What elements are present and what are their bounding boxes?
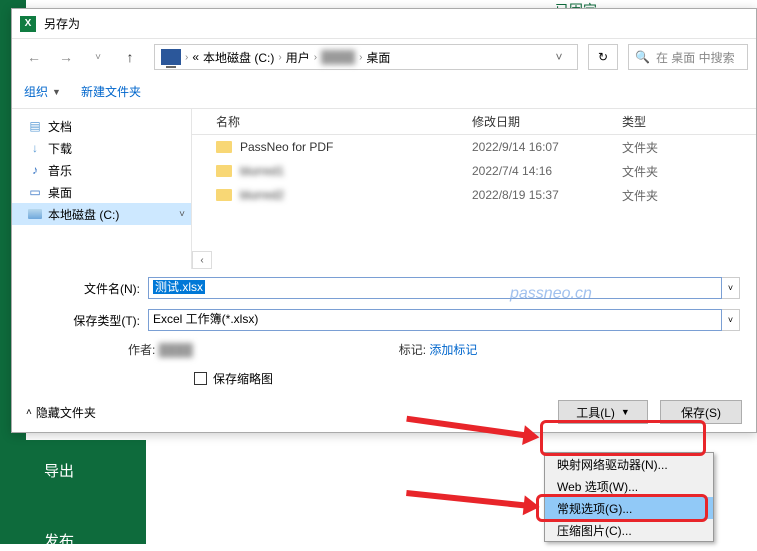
folder-icon [216, 141, 232, 153]
filename-input[interactable]: 测试.xlsx [148, 277, 722, 299]
toolbar: 组织▼ 新建文件夹 [12, 75, 756, 109]
thumbnail-checkbox[interactable] [194, 372, 207, 385]
annotation-arrow [406, 490, 540, 510]
chevron-right-icon: › [314, 52, 317, 63]
excel-icon: X [20, 16, 36, 32]
hide-folders-toggle[interactable]: ˄隐藏文件夹 [26, 404, 96, 421]
chevron-down-icon: ▼ [52, 87, 61, 97]
file-list: 名称 修改日期 类型 PassNeo for PDF 2022/9/14 16:… [192, 109, 756, 269]
back-button[interactable]: ← [20, 43, 48, 71]
search-icon: 🔍 [635, 50, 650, 64]
nav-documents[interactable]: ▤文档 [12, 115, 191, 137]
chevron-right-icon: › [359, 52, 362, 63]
list-item[interactable]: blurred1 2022/7/4 14:16 文件夹 [192, 159, 756, 183]
chevron-right-icon: › [185, 52, 188, 63]
crumb-cdrive[interactable]: 本地磁盘 (C:) [203, 49, 274, 66]
pc-icon [161, 49, 181, 65]
savetype-label: 保存类型(T): [28, 312, 148, 329]
folder-icon [216, 189, 232, 201]
col-type[interactable]: 类型 [622, 113, 712, 130]
expand-icon[interactable]: ˅ [179, 209, 185, 220]
tags-label: 标记: [399, 343, 426, 357]
menu-general-options[interactable]: 常规选项(G)... [545, 497, 713, 519]
search-placeholder: 在 桌面 中搜索 [656, 49, 735, 66]
nav-desktop[interactable]: ▭桌面 [12, 181, 191, 203]
excel-menu-export[interactable]: 导出 [44, 460, 74, 481]
form-area: 文件名(N): 测试.xlsx ˅ 保存类型(T): Excel 工作簿(*.x… [12, 269, 756, 393]
filename-dropdown[interactable]: ˅ [722, 277, 740, 299]
list-item[interactable]: PassNeo for PDF 2022/9/14 16:07 文件夹 [192, 135, 756, 159]
crumb-overflow[interactable]: « [192, 50, 199, 64]
thumbnail-label: 保存缩略图 [213, 370, 273, 387]
save-as-dialog: X 另存为 ← → ˅ ↑ › « 本地磁盘 (C:) › 用户 › ████ … [11, 8, 757, 433]
titlebar: X 另存为 [12, 9, 756, 39]
breadcrumb[interactable]: › « 本地磁盘 (C:) › 用户 › ████ › 桌面 ˅ [154, 44, 578, 70]
savetype-dropdown[interactable]: ˅ [722, 309, 740, 331]
nav-downloads[interactable]: ↓下载 [12, 137, 191, 159]
menu-map-drive[interactable]: 映射网络驱动器(N)... [545, 453, 713, 475]
desktop-icon: ▭ [28, 185, 42, 199]
author-label: 作者: [128, 343, 155, 357]
tools-button[interactable]: 工具(L)▼ [558, 400, 648, 424]
crumb-username[interactable]: ████ [321, 50, 355, 64]
refresh-button[interactable]: ↻ [588, 44, 618, 70]
nav-pane: ▤文档 ↓下载 ♪音乐 ▭桌面 本地磁盘 (C:)˅ [12, 109, 192, 269]
chevron-down-icon: ▼ [621, 407, 630, 417]
download-icon: ↓ [28, 141, 42, 155]
music-icon: ♪ [28, 163, 42, 177]
new-folder-button[interactable]: 新建文件夹 [81, 83, 141, 100]
filename-label: 文件名(N): [28, 280, 148, 297]
author-value[interactable]: ████ [159, 343, 219, 357]
recent-dropdown[interactable]: ˅ [84, 43, 112, 71]
forward-button: → [52, 43, 80, 71]
chevron-right-icon: › [278, 52, 281, 63]
folder-icon [216, 165, 232, 177]
list-header: 名称 修改日期 类型 [192, 109, 756, 135]
up-button[interactable]: ↑ [116, 43, 144, 71]
list-item[interactable]: blurred2 2022/8/19 15:37 文件夹 [192, 183, 756, 207]
savetype-select[interactable]: Excel 工作簿(*.xlsx) [148, 309, 722, 331]
nav-music[interactable]: ♪音乐 [12, 159, 191, 181]
col-date[interactable]: 修改日期 [472, 113, 622, 130]
collapse-icon: ˄ [26, 407, 32, 418]
document-icon: ▤ [28, 119, 42, 133]
breadcrumb-dropdown[interactable]: ˅ [547, 45, 571, 69]
add-tags-link[interactable]: 添加标记 [429, 343, 477, 357]
crumb-desktop[interactable]: 桌面 [366, 49, 390, 66]
nav-cdrive[interactable]: 本地磁盘 (C:)˅ [12, 203, 191, 225]
scroll-left-icon[interactable]: ‹ [192, 251, 212, 269]
search-input[interactable]: 🔍 在 桌面 中搜索 [628, 44, 748, 70]
excel-menu-publish[interactable]: 发布 [44, 530, 74, 551]
disk-icon [28, 207, 42, 221]
menu-web-options[interactable]: Web 选项(W)... [545, 475, 713, 497]
dialog-title: 另存为 [44, 15, 80, 32]
save-button[interactable]: 保存(S) [660, 400, 742, 424]
crumb-users[interactable]: 用户 [286, 49, 310, 66]
tools-dropdown-menu: 映射网络驱动器(N)... Web 选项(W)... 常规选项(G)... 压缩… [544, 452, 714, 542]
menu-compress-pics[interactable]: 压缩图片(C)... [545, 519, 713, 541]
nav-bar: ← → ˅ ↑ › « 本地磁盘 (C:) › 用户 › ████ › 桌面 ˅… [12, 39, 756, 75]
organize-menu[interactable]: 组织▼ [24, 83, 61, 100]
dialog-footer: ˄隐藏文件夹 工具(L)▼ 保存(S) [26, 400, 742, 424]
col-name[interactable]: 名称 [192, 113, 472, 130]
